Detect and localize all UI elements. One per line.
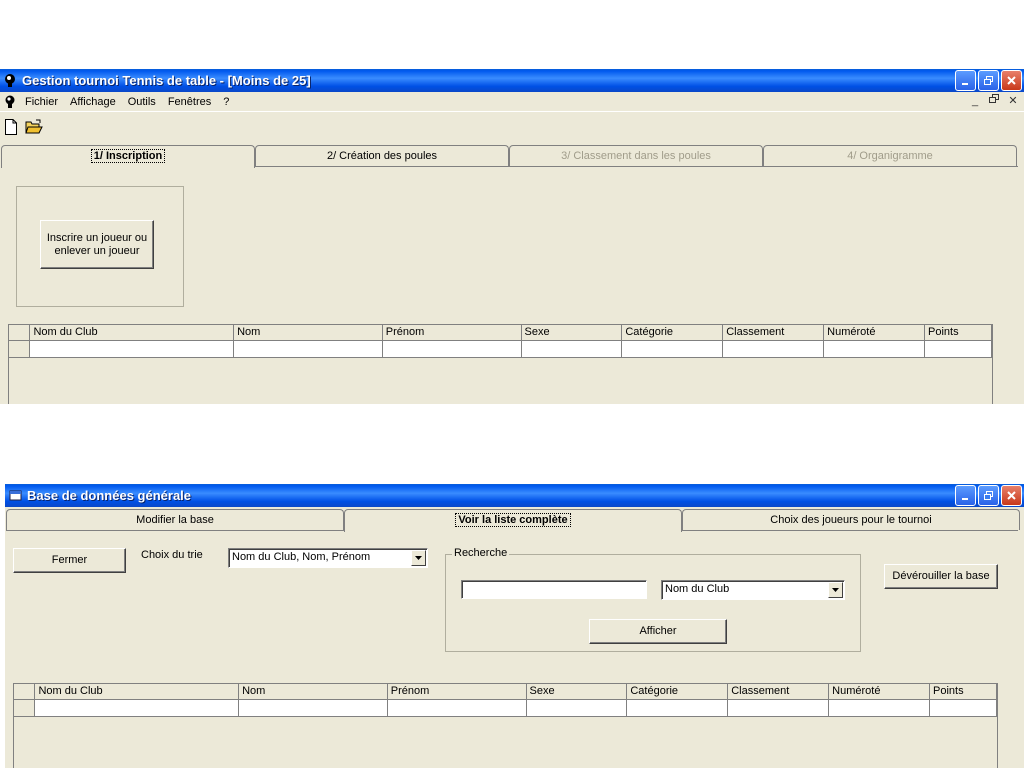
db-minimize-button[interactable] xyxy=(955,485,976,506)
search-field-value: Nom du Club xyxy=(665,583,730,595)
grid-cell[interactable] xyxy=(521,340,623,358)
grid-cell[interactable] xyxy=(626,699,729,717)
show-button[interactable]: Afficher xyxy=(589,619,727,644)
menu-bar: Fichier Affichage Outils Fenêtres ? _ ✕ xyxy=(0,92,1024,112)
grid-cell[interactable] xyxy=(34,699,240,717)
grid-cell[interactable] xyxy=(621,340,724,358)
database-window: Base de données générale Modifier la bas… xyxy=(5,484,1024,768)
database-window-title: Base de données générale xyxy=(27,488,192,503)
row-selector[interactable] xyxy=(9,340,31,358)
child-restore-icon[interactable] xyxy=(987,94,1001,108)
column-header[interactable]: Numéroté xyxy=(823,325,926,341)
column-header[interactable]: Classement xyxy=(722,325,825,341)
register-player-button[interactable]: Inscrire un joueur ou enlever un joueur xyxy=(40,220,154,269)
child-minimize-icon[interactable]: _ xyxy=(968,94,982,108)
column-header[interactable]: Points xyxy=(929,684,997,700)
column-header[interactable]: Nom xyxy=(233,325,383,341)
grid-cell[interactable] xyxy=(924,340,992,358)
database-grid[interactable]: Nom du Club Nom Prénom Sexe Catégorie Cl… xyxy=(13,683,998,768)
tab-classement-poules[interactable]: 3/ Classement dans les poules xyxy=(509,145,763,166)
db-restore-button[interactable] xyxy=(978,485,999,506)
column-header[interactable]: Prénom xyxy=(387,684,527,700)
main-window: Gestion tournoi Tennis de table - [Moins… xyxy=(0,69,1024,404)
menu-fenetres[interactable]: Fenêtres xyxy=(162,93,217,111)
search-input[interactable] xyxy=(461,580,647,599)
table-row[interactable] xyxy=(9,340,992,358)
close-icon xyxy=(1007,76,1016,85)
tab-organigramme[interactable]: 4/ Organigramme xyxy=(763,145,1017,166)
search-group: Recherche Nom du Club Afficher xyxy=(445,547,861,652)
column-header[interactable]: Nom du Club xyxy=(34,684,240,700)
grid-cell[interactable] xyxy=(238,699,388,717)
close-window-button[interactable]: Fermer xyxy=(13,548,126,573)
minimize-button[interactable] xyxy=(955,70,976,91)
column-header[interactable]: Nom xyxy=(238,684,388,700)
menu-help[interactable]: ? xyxy=(217,93,235,111)
open-folder-button[interactable] xyxy=(24,117,44,137)
close-button[interactable] xyxy=(1001,70,1022,91)
main-window-title: Gestion tournoi Tennis de table - [Moins… xyxy=(22,73,311,88)
database-window-titlebar[interactable]: Base de données générale xyxy=(5,484,1024,507)
register-frame: Inscrire un joueur ou enlever un joueur xyxy=(16,186,184,307)
restore-icon xyxy=(984,76,993,85)
grid-corner xyxy=(14,684,36,700)
grid-cell[interactable] xyxy=(823,340,926,358)
search-group-label: Recherche xyxy=(452,547,510,559)
sort-label: Choix du trie xyxy=(141,549,203,561)
column-header[interactable]: Catégorie xyxy=(626,684,729,700)
db-close-button[interactable] xyxy=(1001,485,1022,506)
restore-icon xyxy=(984,491,993,500)
column-header[interactable]: Sexe xyxy=(521,325,623,341)
menu-fichier[interactable]: Fichier xyxy=(19,93,64,111)
column-header[interactable]: Classement xyxy=(727,684,830,700)
open-folder-icon xyxy=(25,119,43,134)
minimize-icon xyxy=(962,498,968,500)
chevron-down-icon[interactable] xyxy=(411,550,426,566)
main-tabstrip: 1/ Inscription 2/ Création des poules 3/… xyxy=(0,145,1018,168)
tab-creation-poules[interactable]: 2/ Création des poules xyxy=(255,145,509,166)
child-close-icon[interactable]: ✕ xyxy=(1006,94,1020,108)
search-field-select[interactable]: Nom du Club xyxy=(661,580,845,600)
app-icon xyxy=(3,73,18,88)
grid-cell[interactable] xyxy=(526,699,628,717)
chevron-down-icon[interactable] xyxy=(828,582,843,598)
grid-cell[interactable] xyxy=(29,340,235,358)
database-window-icon xyxy=(8,488,23,503)
grid-cell[interactable] xyxy=(828,699,931,717)
new-file-button[interactable] xyxy=(1,117,21,137)
sort-select[interactable]: Nom du Club, Nom, Prénom xyxy=(228,548,428,568)
grid-cell[interactable] xyxy=(722,340,825,358)
grid-corner xyxy=(9,325,31,341)
menu-outils[interactable]: Outils xyxy=(122,93,162,111)
new-file-icon xyxy=(5,119,17,135)
players-grid[interactable]: Nom du Club Nom Prénom Sexe Catégorie Cl… xyxy=(8,324,993,404)
tab-choix-joueurs[interactable]: Choix des joueurs pour le tournoi xyxy=(682,509,1020,530)
column-header[interactable]: Catégorie xyxy=(621,325,724,341)
unlock-database-button[interactable]: Dévérouiller la base xyxy=(884,564,998,589)
column-header[interactable]: Points xyxy=(924,325,992,341)
column-header[interactable]: Sexe xyxy=(526,684,628,700)
column-header[interactable]: Prénom xyxy=(382,325,522,341)
toolbar xyxy=(0,114,1024,140)
grid-cell[interactable] xyxy=(382,340,522,358)
main-window-titlebar[interactable]: Gestion tournoi Tennis de table - [Moins… xyxy=(0,69,1024,92)
grid-cell[interactable] xyxy=(233,340,383,358)
grid-cell[interactable] xyxy=(387,699,527,717)
tab-modifier-base[interactable]: Modifier la base xyxy=(6,509,344,530)
sort-select-value: Nom du Club, Nom, Prénom xyxy=(232,551,371,563)
column-header[interactable]: Numéroté xyxy=(828,684,931,700)
grid-cell[interactable] xyxy=(929,699,997,717)
child-window-icon[interactable] xyxy=(1,93,19,111)
grid-cell[interactable] xyxy=(727,699,830,717)
database-tabstrip: Modifier la base Voir la liste complète … xyxy=(5,509,1020,532)
column-header[interactable]: Nom du Club xyxy=(29,325,235,341)
close-icon xyxy=(1007,491,1016,500)
row-selector[interactable] xyxy=(14,699,36,717)
minimize-icon xyxy=(962,83,968,85)
tab-liste-complete[interactable]: Voir la liste complète xyxy=(344,509,682,532)
restore-button[interactable] xyxy=(978,70,999,91)
tab-inscription[interactable]: 1/ Inscription xyxy=(1,145,255,168)
table-row[interactable] xyxy=(14,699,997,717)
menu-affichage[interactable]: Affichage xyxy=(64,93,122,111)
